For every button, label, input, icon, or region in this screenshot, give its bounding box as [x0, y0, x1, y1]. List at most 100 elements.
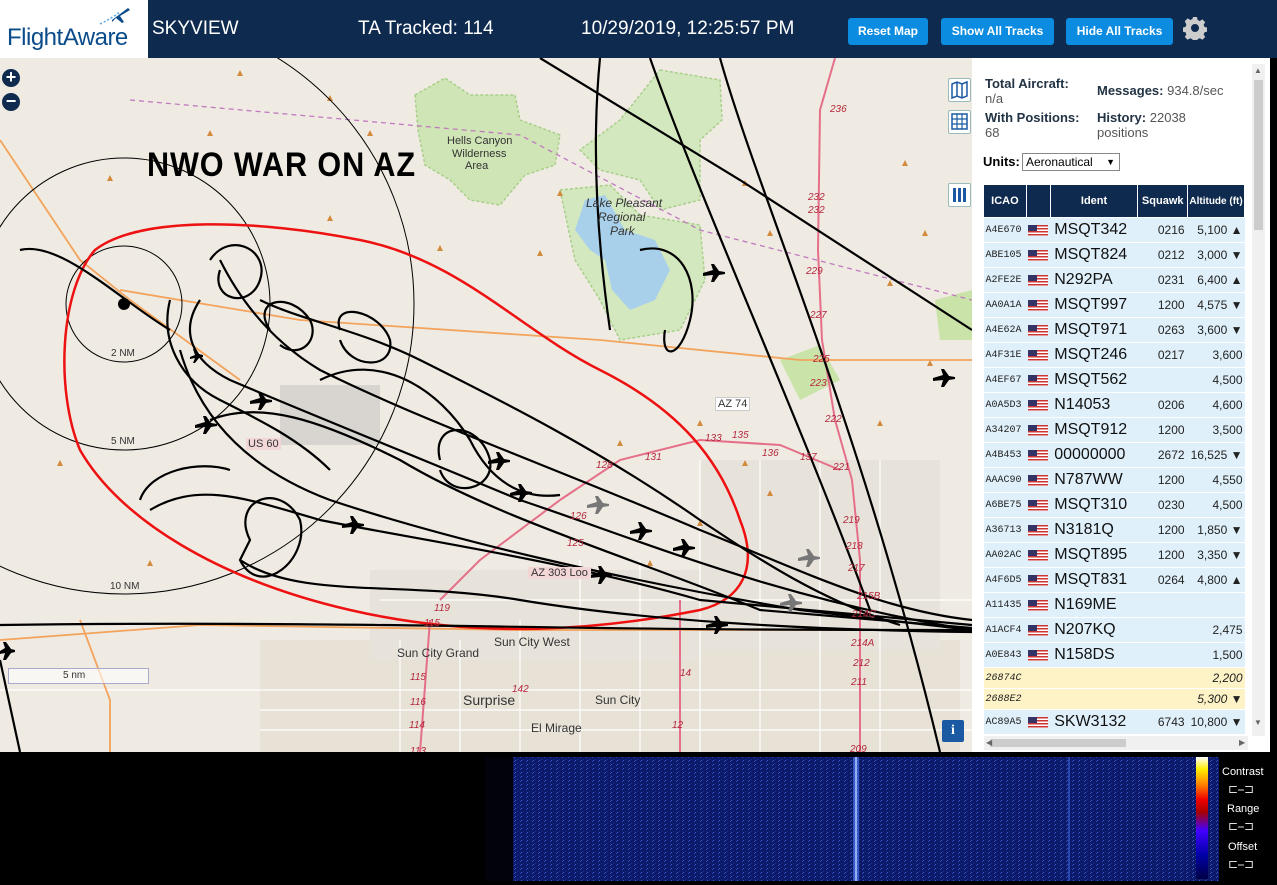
road-number: 236: [830, 104, 847, 115]
units-select[interactable]: Aeronautical ▼: [1022, 153, 1120, 171]
cell-squawk: 1200: [1137, 292, 1188, 318]
horizontal-scroll-thumb[interactable]: [990, 739, 1126, 747]
road-number: 131: [645, 452, 662, 463]
road-number: 125: [567, 538, 584, 549]
cell-altitude: 2,200: [1187, 667, 1245, 689]
col-squawk[interactable]: Squawk: [1137, 184, 1189, 218]
flightaware-logo[interactable]: FlightAware: [0, 0, 148, 58]
cell-altitude: 4,550: [1187, 467, 1245, 493]
us-flag-icon: [1028, 274, 1049, 286]
table-row[interactable]: A4F6D5 MSQT831 0264 4,800 ▲: [983, 567, 1245, 593]
range-label-5nm: 5 NM: [111, 436, 135, 447]
cell-icao: AC89A5: [983, 709, 1027, 735]
contrast-slider[interactable]: ⊏⎯⊐: [1228, 782, 1254, 797]
cell-altitude: 4,500: [1187, 367, 1245, 393]
waterfall-colorbar: [1196, 757, 1208, 879]
scroll-right-icon[interactable]: ▶: [1239, 738, 1245, 747]
col-altitude[interactable]: Altitude (ft): [1187, 184, 1245, 218]
road-number: 219: [843, 515, 860, 526]
top-bar: FlightAware SKYVIEW TA Tracked: 114 10/2…: [0, 0, 1277, 58]
cell-ident: [1050, 688, 1138, 710]
road-number: 115: [410, 672, 426, 683]
map-label-hells-canyon: Hells Canyon: [447, 135, 513, 147]
cell-squawk: [1137, 667, 1188, 689]
cell-squawk: 0230: [1137, 492, 1188, 518]
road-number: 128: [596, 460, 613, 471]
reset-map-button[interactable]: Reset Map: [848, 18, 928, 45]
table-row[interactable]: A0E843 N158DS 1,500: [983, 642, 1245, 668]
vertical-scroll-thumb[interactable]: [1254, 80, 1263, 230]
scroll-left-icon[interactable]: ◀: [986, 738, 992, 747]
table-row[interactable]: A36713 N3181Q 1200 1,850 ▼: [983, 517, 1245, 543]
map-label-regional: Regional: [598, 210, 646, 224]
cell-squawk: 0217: [1137, 342, 1188, 368]
offset-slider[interactable]: ⊏⎯⊐: [1228, 857, 1254, 872]
table-row[interactable]: A4B453 00000000 2672 16,525 ▼: [983, 442, 1245, 468]
zoom-in-button[interactable]: +: [2, 68, 20, 87]
col-ident[interactable]: Ident: [1049, 184, 1139, 218]
table-row[interactable]: AA02AC MSQT895 1200 3,350 ▼: [983, 542, 1245, 568]
with-positions-value: 68: [985, 125, 1000, 140]
road-number: 221: [833, 462, 850, 473]
columns-toggle-button[interactable]: [948, 183, 971, 207]
hide-all-tracks-button[interactable]: Hide All Tracks: [1066, 18, 1173, 45]
table-row[interactable]: A2FE2E N292PA 0231 6,400 ▲: [983, 267, 1245, 293]
history-unit: positions: [1097, 125, 1149, 140]
us-flag-icon: [1028, 474, 1049, 486]
cell-flag: [1026, 217, 1051, 243]
cell-ident: N787WW: [1050, 467, 1138, 493]
road-number: 225: [813, 354, 830, 365]
table-row[interactable]: A0A5D3 N14053 0206 4,600: [983, 392, 1245, 418]
us-flag-icon: [1028, 449, 1049, 461]
table-row[interactable]: A4E62A MSQT971 0263 3,600 ▼: [983, 317, 1245, 343]
cell-altitude: 3,000 ▼: [1187, 242, 1245, 268]
gear-icon[interactable]: [1183, 16, 1207, 40]
cell-altitude: 10,800 ▼: [1187, 709, 1245, 735]
table-row[interactable]: A4EF67 MSQT562 4,500: [983, 367, 1245, 393]
us-flag-icon: [1028, 599, 1049, 611]
road-number: 142: [512, 684, 529, 695]
map-layers-button[interactable]: [948, 78, 971, 102]
range-slider[interactable]: ⊏⎯⊐: [1228, 819, 1254, 834]
show-all-tracks-button[interactable]: Show All Tracks: [941, 18, 1054, 45]
cell-flag: [1026, 242, 1051, 268]
cell-flag: [1026, 542, 1051, 568]
cell-altitude: 4,500: [1187, 492, 1245, 518]
col-icao[interactable]: ICAO: [983, 184, 1027, 218]
cell-ident: MSQT310: [1050, 492, 1138, 518]
table-row[interactable]: AAAC90 N787WW 1200 4,550: [983, 467, 1245, 493]
map-view[interactable]: NWO WAR ON AZ Hells Canyon Wilderness Ar…: [0, 58, 972, 752]
road-number: 137: [800, 452, 817, 463]
table-row[interactable]: 2688E2 5,300 ▼: [983, 688, 1245, 710]
grid-toggle-button[interactable]: [948, 110, 971, 134]
road-number: 135: [732, 430, 749, 441]
cell-altitude: 4,600: [1187, 392, 1245, 418]
cell-icao: 26874C: [983, 667, 1027, 689]
table-row[interactable]: A1ACF4 N207KQ 2,475: [983, 617, 1245, 643]
cell-ident: MSQT997: [1050, 292, 1138, 318]
table-row[interactable]: AC89A5 SKW3132 6743 10,800 ▼: [983, 709, 1245, 735]
cell-flag: [1026, 517, 1051, 543]
waterfall-canvas: [513, 757, 1219, 881]
road-number: 214C: [852, 609, 876, 620]
cell-ident: 00000000: [1050, 442, 1138, 468]
us-flag-icon: [1028, 499, 1049, 511]
table-row[interactable]: A34207 MSQT912 1200 3,500: [983, 417, 1245, 443]
table-row[interactable]: A4F31E MSQT246 0217 3,600: [983, 342, 1245, 368]
cell-altitude: 3,500: [1187, 417, 1245, 443]
col-flag[interactable]: [1025, 184, 1051, 218]
scroll-up-icon[interactable]: ▲: [1254, 66, 1262, 75]
cell-ident: MSQT562: [1050, 367, 1138, 393]
scroll-down-icon[interactable]: ▼: [1254, 718, 1262, 727]
info-button[interactable]: i: [942, 720, 964, 742]
map-label-park: Park: [610, 224, 635, 238]
table-row[interactable]: A4E670 MSQT342 0216 5,100 ▲: [983, 217, 1245, 243]
table-row[interactable]: A6BE75 MSQT310 0230 4,500: [983, 492, 1245, 518]
table-row[interactable]: 26874C 2,200: [983, 667, 1245, 689]
table-row[interactable]: ABE105 MSQT824 0212 3,000 ▼: [983, 242, 1245, 268]
table-row[interactable]: AA0A1A MSQT997 1200 4,575 ▼: [983, 292, 1245, 318]
history: History: 22038 positions: [1097, 110, 1186, 140]
table-row[interactable]: A11435 N169ME: [983, 592, 1245, 618]
zoom-out-button[interactable]: −: [2, 92, 20, 111]
road-number: 211: [851, 677, 867, 688]
